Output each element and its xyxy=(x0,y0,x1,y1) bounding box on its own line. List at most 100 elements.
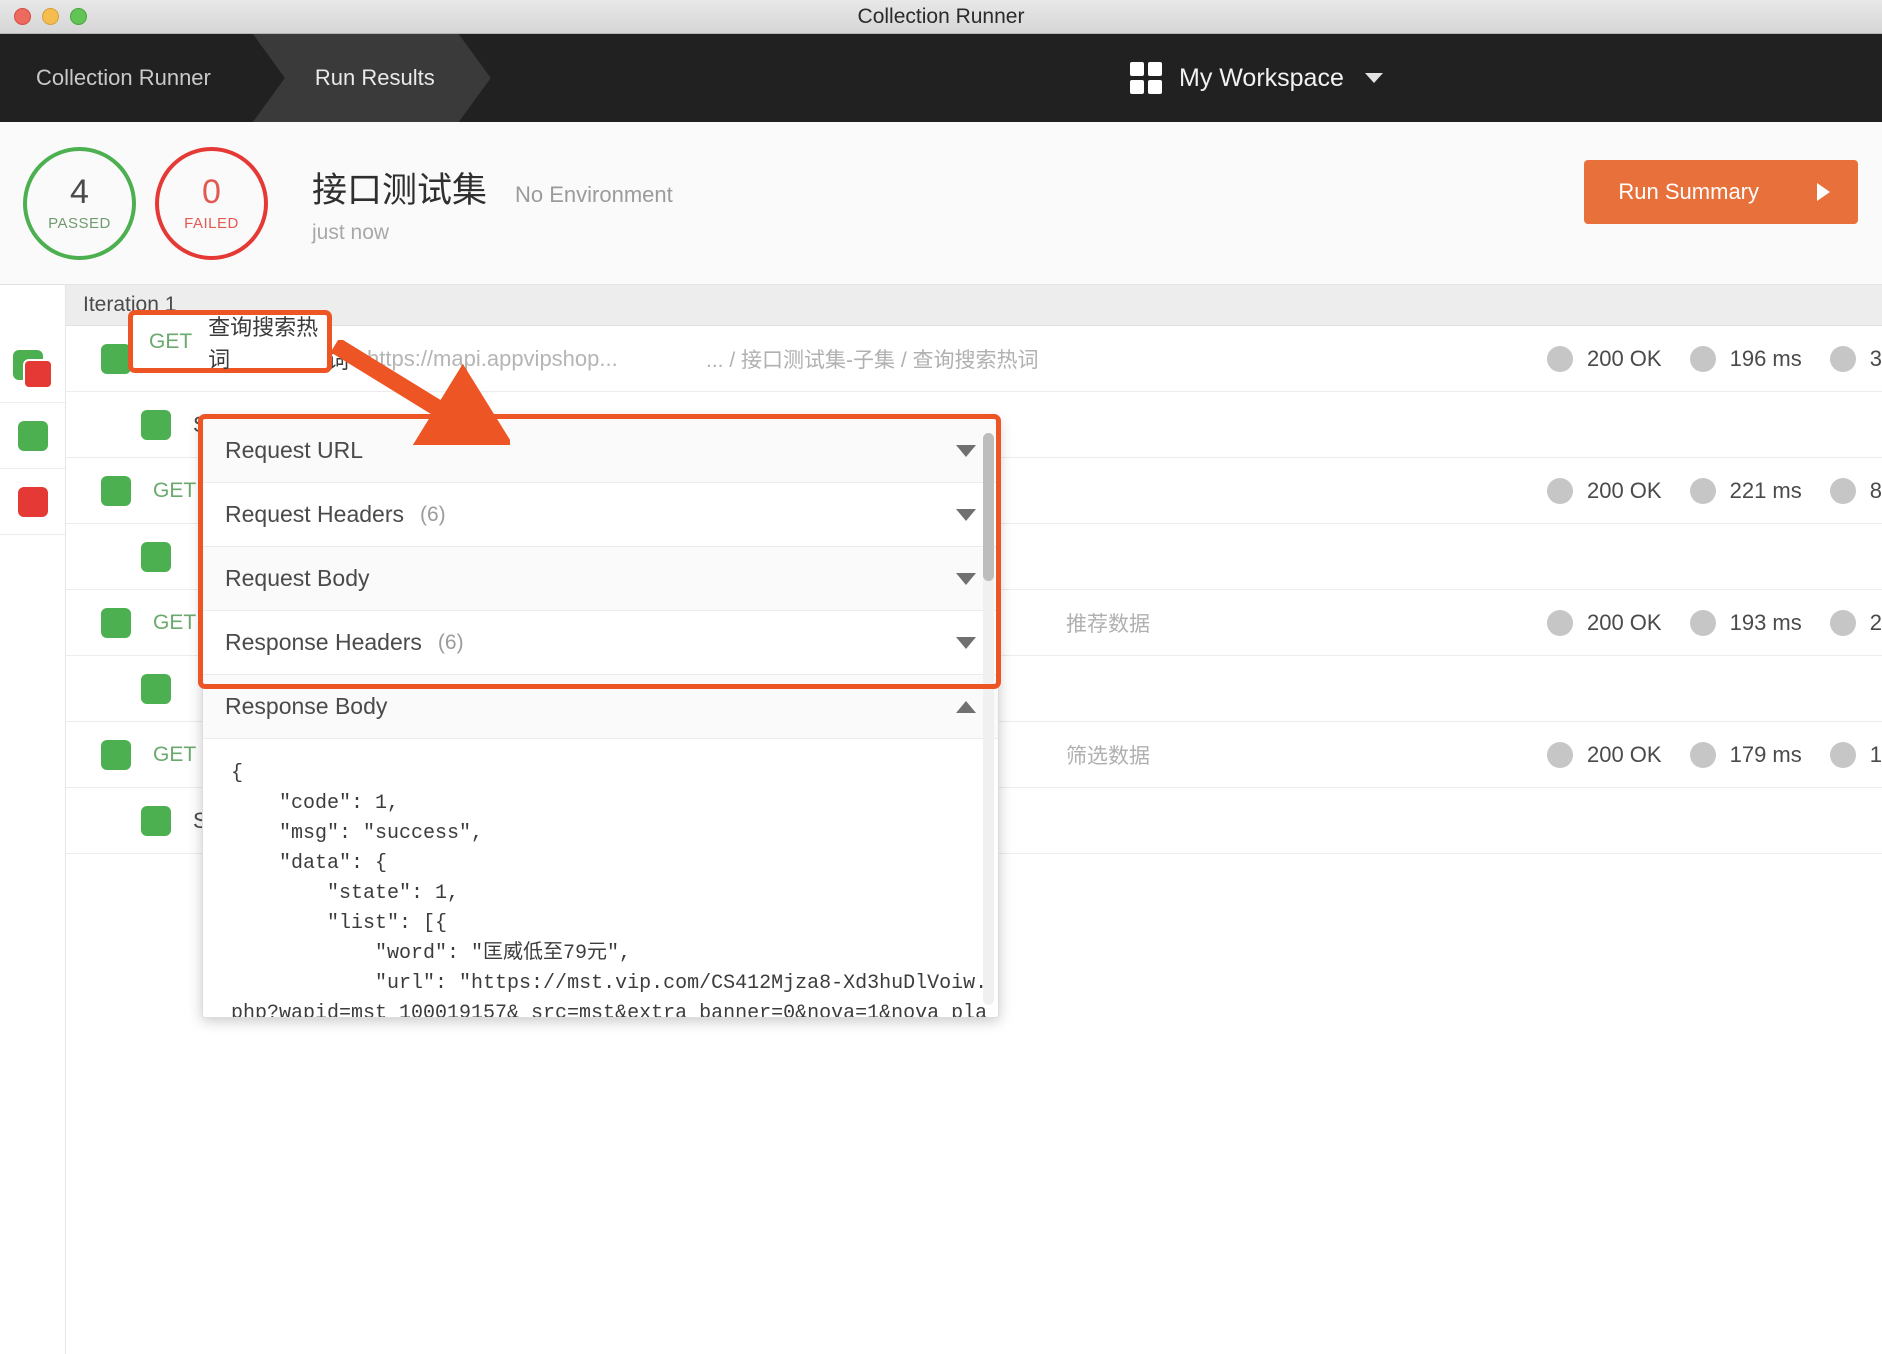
metric-status: 200 OK xyxy=(1546,477,1662,504)
row-method: GET xyxy=(153,478,197,502)
status-text: 200 OK xyxy=(1586,741,1662,767)
metric-size: 8 xyxy=(1829,477,1882,504)
accordion-request-url[interactable]: Request URL xyxy=(203,419,998,483)
status-dot-icon xyxy=(1546,609,1573,636)
chevron-up-icon[interactable] xyxy=(956,700,976,713)
accordion-request-headers[interactable]: Request Headers (6) xyxy=(203,483,998,547)
collection-runner-window: Collection Runner Collection Runner Run … xyxy=(0,0,1882,1354)
chevron-down-icon[interactable] xyxy=(1364,73,1383,83)
window-titlebar: Collection Runner xyxy=(0,0,1882,34)
status-text: 200 OK xyxy=(1586,477,1662,503)
row-metrics: 200 OK 193 ms 2 xyxy=(1519,609,1882,636)
time-dot-icon xyxy=(1689,741,1716,768)
table-row[interactable]: GET 查询搜索热词 https://mapi.appvipshop... ..… xyxy=(66,326,1882,392)
test-status-icon xyxy=(141,805,171,836)
accordion-label: Request Body xyxy=(225,565,370,591)
metric-time: 179 ms xyxy=(1689,741,1802,768)
chevron-down-icon[interactable] xyxy=(956,508,976,521)
test-status-icon xyxy=(141,673,171,704)
accordion-label: Request Headers xyxy=(225,501,404,527)
time-text: 193 ms xyxy=(1729,609,1802,635)
row-request-path: ... / 接口测试集-子集 / 查询搜索热词 xyxy=(706,348,1039,372)
row-request-name: 查询搜索热词 xyxy=(217,347,350,373)
play-triangle-icon xyxy=(1817,183,1830,201)
metric-size: 1 xyxy=(1829,741,1882,768)
accordion-count: (6) xyxy=(420,502,446,526)
passed-label: PASSED xyxy=(48,214,111,232)
status-rail xyxy=(0,285,66,1354)
accordion-response-body[interactable]: Response Body xyxy=(203,675,998,739)
accordion-request-body[interactable]: Request Body xyxy=(203,547,998,611)
row-metrics: 200 OK 179 ms 1 xyxy=(1519,741,1882,768)
status-dot-icon xyxy=(1546,741,1573,768)
all-results-icon xyxy=(11,349,55,390)
tab-collection-runner[interactable]: Collection Runner xyxy=(0,34,271,122)
passed-ring: 4 PASSED xyxy=(23,146,136,260)
metric-time: 193 ms xyxy=(1689,609,1802,636)
size-dot-icon xyxy=(1829,741,1856,768)
size-text: 8 xyxy=(1869,477,1882,503)
status-text: 200 OK xyxy=(1586,345,1662,371)
grid-icon xyxy=(1130,62,1162,94)
failed-ring: 0 FAILED xyxy=(155,146,268,260)
time-text: 221 ms xyxy=(1729,477,1802,503)
row-status-icon xyxy=(101,739,131,770)
size-text: 1 xyxy=(1869,741,1882,767)
environment-label: No Environment xyxy=(515,181,673,207)
row-request-path: 筛选数据 xyxy=(1066,744,1150,768)
size-text: 3 xyxy=(1869,345,1882,371)
size-dot-icon xyxy=(1829,345,1856,372)
row-metrics: 200 OK 221 ms 8 xyxy=(1519,477,1882,504)
time-text: 196 ms xyxy=(1729,345,1802,371)
row-method: GET xyxy=(153,742,197,766)
test-status-icon xyxy=(141,409,171,440)
popup-scrollbar-thumb[interactable] xyxy=(983,433,994,581)
metric-size: 2 xyxy=(1829,609,1882,636)
chevron-down-icon[interactable] xyxy=(956,444,976,457)
workspace-label: My Workspace xyxy=(1179,63,1344,92)
size-dot-icon xyxy=(1829,477,1856,504)
metric-time: 221 ms xyxy=(1689,477,1802,504)
row-request-path: 推荐数据 xyxy=(1066,612,1150,636)
row-request-url: https://mapi.appvipshop... xyxy=(367,345,618,371)
time-dot-icon xyxy=(1689,477,1716,504)
rail-item-passed[interactable] xyxy=(0,403,65,469)
tab-run-results-label: Run Results xyxy=(314,65,435,90)
run-summary-button-label: Run Summary xyxy=(1618,179,1759,204)
size-dot-icon xyxy=(1829,609,1856,636)
row-status-icon xyxy=(101,343,131,374)
passed-filter-icon xyxy=(17,420,48,451)
chevron-down-icon[interactable] xyxy=(956,572,976,585)
row-metrics: 200 OK 196 ms 3 xyxy=(1519,345,1882,372)
top-navbar: Collection Runner Run Results My Workspa… xyxy=(0,34,1882,122)
collection-info: 接口测试集 No Environment just now xyxy=(312,162,673,245)
metric-status: 200 OK xyxy=(1546,345,1662,372)
collection-name: 接口测试集 xyxy=(312,170,488,210)
window-title: Collection Runner xyxy=(857,4,1025,28)
row-method: GET xyxy=(153,346,197,370)
run-summary-button[interactable]: Run Summary xyxy=(1584,160,1858,224)
run-summary-header: 4 PASSED 0 FAILED 接口测试集 No Environment j… xyxy=(0,122,1882,285)
metric-status: 200 OK xyxy=(1546,741,1662,768)
popup-scrollbar[interactable] xyxy=(983,433,994,1005)
status-text: 200 OK xyxy=(1586,609,1662,635)
iteration-label: Iteration 1 xyxy=(83,293,177,316)
tab-collection-runner-label: Collection Runner xyxy=(36,65,211,90)
failed-label: FAILED xyxy=(184,214,239,232)
tab-run-results[interactable]: Run Results xyxy=(253,34,491,122)
iteration-header: Iteration 1 xyxy=(66,285,1882,326)
rail-item-all[interactable] xyxy=(0,337,65,403)
passed-count: 4 xyxy=(70,172,89,211)
chevron-down-icon[interactable] xyxy=(956,636,976,649)
status-dot-icon xyxy=(1546,345,1573,372)
accordion-response-headers[interactable]: Response Headers (6) xyxy=(203,611,998,675)
accordion-label: Response Headers xyxy=(225,629,422,655)
rail-item-failed[interactable] xyxy=(0,469,65,535)
run-timestamp: just now xyxy=(312,220,390,244)
metric-time: 196 ms xyxy=(1689,345,1802,372)
accordion-label: Request URL xyxy=(225,437,364,463)
workspace-selector[interactable]: My Workspace xyxy=(1130,34,1383,122)
accordion-count: (6) xyxy=(437,630,464,654)
response-body-text: { "code": 1, "msg": "success", "data": {… xyxy=(231,762,988,1018)
failed-count: 0 xyxy=(202,172,221,211)
